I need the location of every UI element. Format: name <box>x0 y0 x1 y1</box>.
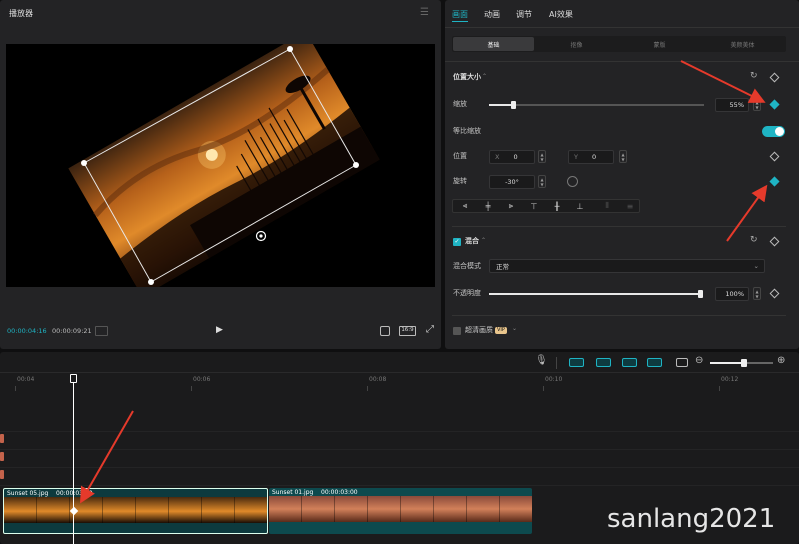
watermark: sanlang2021 <box>607 504 776 534</box>
annotation-arrows <box>80 60 768 504</box>
arrow-to-rotate-keyframe <box>726 184 768 242</box>
arrow-to-clip-keyframe <box>80 410 134 504</box>
arrow-to-scale-keyframe <box>680 60 766 103</box>
